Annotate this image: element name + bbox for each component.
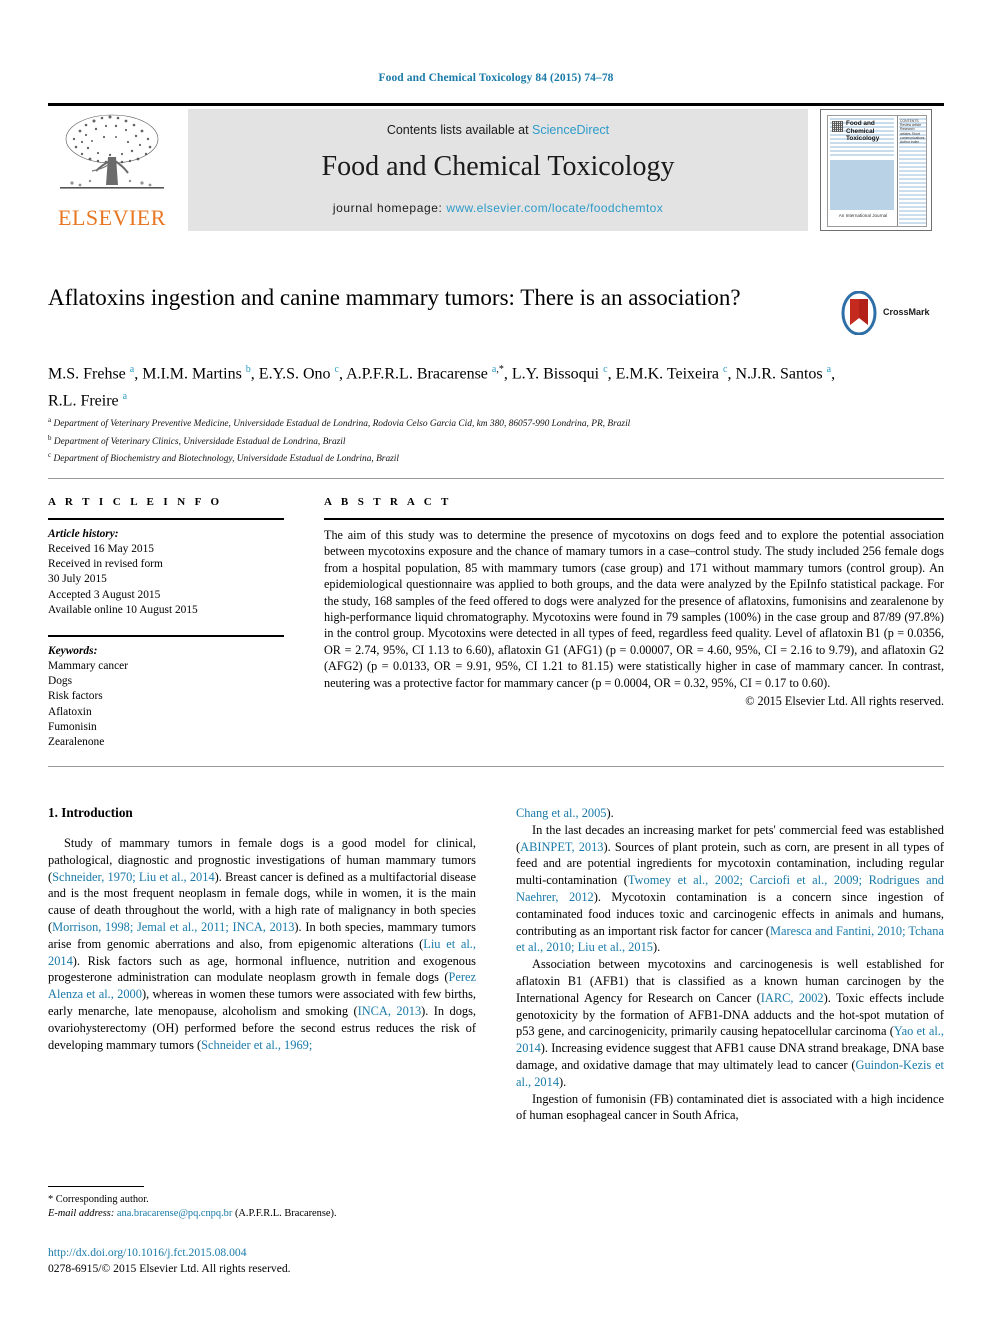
- footnote-block: * Corresponding author. E-mail address: …: [48, 1186, 476, 1221]
- body-columns: 1. Introduction Study of mammary tumors …: [48, 805, 944, 1205]
- affiliation-item: c Department of Biochemistry and Biotech…: [48, 451, 399, 465]
- affiliation-item: b Department of Veterinary Clinics, Univ…: [48, 433, 346, 447]
- body-paragraph: In the last decades an increasing market…: [516, 822, 945, 955]
- contents-prefix: Contents lists available at: [386, 123, 533, 137]
- affiliation-item: a Department of Veterinary Preventive Me…: [48, 416, 631, 430]
- keyword-item: Mammary cancer: [48, 660, 129, 673]
- info-section-bottom-rule: [48, 766, 944, 767]
- crossmark-label: CrossMark: [883, 307, 930, 317]
- keywords-block: Keywords: Mammary cancer Dogs Risk factors…: [48, 635, 284, 750]
- right-column-paragraphs: Chang et al., 2005). In the last decades …: [516, 805, 944, 1124]
- colophon: http://dx.doi.org/10.1016/j.fct.2015.08.…: [48, 1245, 548, 1277]
- sciencedirect-link[interactable]: ScienceDirect: [532, 123, 609, 137]
- journal-masthead: ELSEVIER Contents lists available at Sci…: [48, 103, 944, 231]
- author-list: M.S. Frehse a, M.I.M. Martins b, E.Y.S. …: [48, 364, 836, 410]
- section-heading-introduction: 1. Introduction: [48, 805, 133, 820]
- keyword-item: Zearalenone: [48, 736, 105, 749]
- article-info-heading: A R T I C L E I N F O: [48, 496, 223, 508]
- article-history-item: Received 16 May 2015: [48, 543, 154, 555]
- journal-title: Food and Chemical Toxicology: [321, 151, 675, 182]
- doi-link[interactable]: http://dx.doi.org/10.1016/j.fct.2015.08.…: [48, 1245, 548, 1261]
- body-paragraph: Association between mycotoxins and carci…: [516, 957, 944, 1089]
- journal-homepage-line: journal homepage: www.elsevier.com/locat…: [188, 201, 808, 215]
- elsevier-wordmark: ELSEVIER: [58, 205, 166, 230]
- email-label: E-mail address:: [48, 1208, 115, 1219]
- abstract-copyright: © 2015 Elsevier Ltd. All rights reserved…: [745, 694, 944, 709]
- keyword-item: Fumonisin: [48, 720, 97, 733]
- email-owner: (A.P.F.R.L. Bracarense).: [234, 1208, 337, 1219]
- contents-lists-line: Contents lists available at ScienceDirec…: [188, 123, 808, 137]
- issn-copyright-line: 0278-6915/© 2015 Elsevier Ltd. All right…: [48, 1262, 291, 1275]
- email-note: E-mail address: ana.bracarense@pq.cnpq.b…: [48, 1207, 476, 1221]
- keywords-list: Mammary cancer Dogs Risk factors Aflatoxin F…: [48, 659, 284, 750]
- journal-band: Contents lists available at ScienceDirec…: [188, 109, 808, 231]
- info-section-top-rule: [48, 478, 944, 479]
- body-paragraph: Ingestion of fumonisin (FB) contaminated…: [516, 1091, 944, 1123]
- cover-journal-name: Food and Chemical Toxicology: [846, 120, 880, 143]
- cover-photo: [830, 160, 894, 210]
- article-history-item: Available online 10 August 2015: [48, 603, 198, 616]
- elsevier-tree-icon: [60, 114, 164, 189]
- crossmark-icon[interactable]: [838, 291, 880, 335]
- article-info-rule: [48, 518, 284, 520]
- abstract-text: The aim of this study was to determine t…: [324, 528, 944, 690]
- affiliation-marker: b: [48, 433, 52, 442]
- article-history-item: 30 July 2015: [48, 573, 107, 586]
- keyword-item: Aflatoxin: [48, 705, 92, 718]
- keyword-item: Dogs: [48, 675, 73, 688]
- body-right-column: Chang et al., 2005). In the last decades …: [516, 805, 944, 1124]
- keyword-item: Risk factors: [48, 690, 103, 703]
- abstract-heading: A B S T R A C T: [324, 496, 452, 508]
- cover-divider: [897, 116, 898, 226]
- body-left-column: 1. Introduction Study of mammary tumors …: [48, 805, 476, 1053]
- abstract-rule: [324, 518, 944, 520]
- title-block: Aflatoxins ingestion and canine mammary …: [48, 283, 828, 313]
- cover-logo-icon: [832, 121, 843, 132]
- body-paragraph: Chang et al., 2005).: [516, 806, 614, 820]
- article-history-list: Received 16 May 2015 Received in revised …: [48, 542, 284, 618]
- elsevier-logo: ELSEVIER: [48, 109, 176, 231]
- affiliation-marker: c: [48, 451, 52, 460]
- abstract-column: A B S T R A C T The aim of this study wa…: [324, 496, 944, 709]
- email-link[interactable]: ana.bracarense@pq.cnpq.br: [117, 1208, 232, 1219]
- cover-left-panel: Food and Chemical Toxicology An Internat…: [828, 116, 896, 226]
- masthead-top-rule: [48, 103, 944, 106]
- article-page: Food and Chemical Toxicology 84 (2015) 7…: [0, 0, 992, 1323]
- article-info-column: A R T I C L E I N F O Article history: R…: [48, 496, 284, 750]
- left-column-paragraphs: Study of mammary tumors in female dogs i…: [48, 835, 476, 1053]
- affiliation-marker: a: [48, 416, 52, 424]
- crossmark-badge-group[interactable]: CrossMark: [838, 291, 934, 335]
- article-history-item: Received in revised form: [48, 558, 163, 571]
- article-history-label: Article history:: [48, 528, 119, 540]
- journal-homepage-link[interactable]: www.elsevier.com/locate/foodchemtox: [446, 201, 663, 215]
- homepage-prefix: journal homepage:: [332, 201, 447, 215]
- running-head: Food and Chemical Toxicology 84 (2015) 7…: [378, 72, 614, 84]
- keywords-label: Keywords:: [48, 645, 98, 658]
- cover-footer-text: An International Journal: [838, 213, 888, 218]
- body-paragraph: Study of mammary tumors in female dogs i…: [48, 836, 476, 1052]
- cover-right-panel: CONTENTS Review article Research article…: [899, 118, 926, 224]
- footnote-rule: [48, 1186, 144, 1187]
- cover-contents-text: CONTENTS Review article Research article…: [900, 119, 925, 145]
- cover-inner: Food and Chemical Toxicology An Internat…: [827, 115, 927, 227]
- keywords-rule: [48, 635, 284, 638]
- article-history-item: Accepted 3 August 2015: [48, 588, 161, 601]
- affiliation-list: a Department of Veterinary Preventive Me…: [48, 414, 928, 467]
- journal-cover-thumbnail[interactable]: Food and Chemical Toxicology An Internat…: [820, 109, 932, 231]
- corresponding-author-note: * Corresponding author.: [48, 1194, 149, 1205]
- page-title: Aflatoxins ingestion and canine mammary …: [48, 285, 741, 310]
